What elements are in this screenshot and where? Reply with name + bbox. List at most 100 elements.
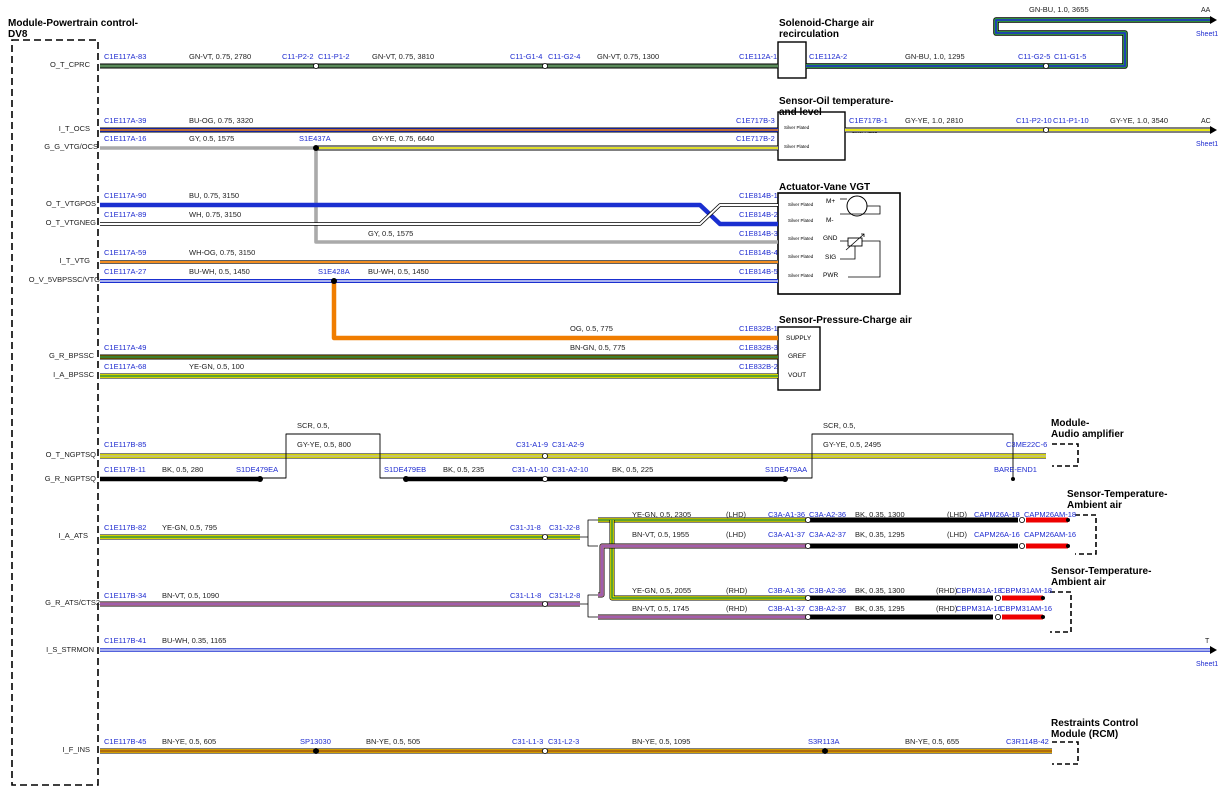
ats1-box (1075, 514, 1097, 555)
wl-r5-1: WH, 0.75, 3150 (189, 210, 241, 219)
pcm-title-1: Module-Powertrain control- (8, 18, 138, 29)
conn-r13-2: C31-J1-8 (510, 523, 541, 532)
wire-r13-split (580, 519, 598, 547)
splice-s1de479aa (782, 476, 788, 482)
motor-icon (846, 195, 868, 217)
conn-r1-4: C11-G1-4 (510, 52, 542, 61)
conn-r16-3: C31-L1-3 (512, 737, 543, 746)
conn-r7-1: C1E117A-27 (104, 267, 146, 276)
wl-r12-3: BK, 0.5, 225 (612, 465, 653, 474)
amp-box (1052, 443, 1079, 467)
ats1-title-1: Sensor-Temperature- (1067, 489, 1167, 500)
conn-r16-5: S3R113A (808, 737, 840, 746)
wl-r13-1: YE-GN, 0.5, 795 (162, 523, 217, 532)
splice-s1e428a (331, 278, 337, 284)
rcm-box (1052, 741, 1079, 765)
wl-lhd1-1: YE-GN, 0.5, 2305 (632, 510, 691, 519)
pin-end-4 (1041, 615, 1045, 619)
oil-sensor-title-2: and level (779, 107, 822, 118)
variant-rhd-4: (RHD) (936, 604, 958, 613)
pin-end-2 (1066, 544, 1070, 548)
conn-r14-2: C31-L1-8 (510, 591, 541, 600)
ats2-title-2: Ambient air (1051, 577, 1106, 588)
conn-rhd1-2: C3B-A2-36 (809, 586, 846, 595)
conn-r14-1: C1E117B-34 (104, 591, 146, 600)
inline-c3a-37 (805, 543, 812, 550)
signal-6: I_T_VTG (60, 256, 91, 265)
offsheet-t-sheet[interactable]: Sheet1 (1196, 661, 1218, 668)
signal-5: O_T_VTGNEG (46, 218, 97, 227)
rcm-title-1: Restraints Control (1051, 718, 1138, 729)
conn-rhd2-1: C3B-A1-37 (768, 604, 805, 613)
conn-r10-1: C1E117A-68 (104, 362, 146, 371)
conn-lhd1-2: C3A-A2-36 (809, 510, 846, 519)
wl-rhd2-2: BK, 0.35, 1295 (855, 604, 905, 613)
wl-r14-1: BN-VT, 0.5, 1090 (162, 591, 219, 600)
variant-rhd-3: (RHD) (936, 586, 958, 595)
inline-cbpm-16 (995, 614, 1002, 621)
vgt-pin-4: SIG (825, 254, 836, 261)
rcm-title-2: Module (RCM) (1051, 729, 1118, 740)
vgt-silver-1: Silver Plated (788, 202, 814, 207)
offsheet-t-tag: T (1205, 638, 1210, 645)
conn-lhd1-4: CAPM26AM-18 (1024, 510, 1076, 519)
wire-r3-drop (314, 148, 778, 244)
splice-s3r113a (822, 748, 828, 754)
inline-c11-g (542, 63, 549, 70)
variant-lhd-4: (LHD) (947, 530, 968, 539)
cap-pin-2: GREF (788, 353, 806, 360)
wl-r2-1: BU-OG, 0.75, 3320 (189, 116, 253, 125)
conn-r15-1: C1E117B-41 (104, 636, 146, 645)
variant-lhd-3: (LHD) (947, 510, 968, 519)
conn-lhd2-2: C3A-A2-37 (809, 530, 846, 539)
conn-r4-1: C1E117A-90 (104, 191, 146, 200)
conn-r11-1: C1E117B-85 (104, 440, 146, 449)
wl-r16-1: BN-YE, 0.5, 605 (162, 737, 216, 746)
wl-r1-2: GN-VT, 0.75, 3810 (372, 52, 434, 61)
wl-lhd2-1: BN-VT, 0.5, 1955 (632, 530, 689, 539)
inline-c31-l3 (542, 748, 549, 755)
oil-sensor-box (777, 111, 846, 161)
conn-rhd1-3: CBPM31A-18 (956, 586, 1002, 595)
connector-labels: C1E117A-83 C11-P2-2 C11-P1-2 C11-G1-4 C1… (104, 52, 1089, 746)
wl-r7-1: BU-WH, 0.5, 1450 (189, 267, 250, 276)
wire-r8 (331, 281, 778, 341)
conn-lhd1-3: CAPM26A-18 (974, 510, 1020, 519)
oil-silver-1: Silver Plated (784, 125, 810, 130)
wl-rhd1-1: YE-GN, 0.5, 2055 (632, 586, 691, 595)
signal-names: O_T_CPRC I_T_OCS G_G_VTG/OCS O_T_VTGPOS … (29, 60, 100, 754)
inline-c31-a9 (542, 452, 549, 459)
vgt-pin-2: M- (826, 217, 834, 224)
offsheet-aa-sheet[interactable]: Sheet1 (1196, 31, 1218, 38)
conn-rhd2-2: C3B-A2-37 (809, 604, 846, 613)
conn-lhd1-1: C3A-A1-36 (768, 510, 805, 519)
offsheet-ac-sheet[interactable]: Sheet1 (1196, 141, 1218, 148)
signal-14: I_S_STRMON (46, 645, 94, 654)
conn-r9-1: C1E117A-49 (104, 343, 146, 352)
conn-r1-3: C11-P1-2 (318, 52, 350, 61)
conn-r12-2: S1DE479EA (236, 465, 278, 474)
offsheet-ac-tag: AC (1201, 118, 1211, 125)
conn-r3-1: C1E117A-16 (104, 134, 146, 143)
amp-title-1: Module- (1051, 418, 1089, 429)
signal-9: I_A_BPSSC (53, 370, 94, 379)
wl-rhd1-2: BK, 0.35, 1300 (855, 586, 905, 595)
wl-r16-4: BN-YE, 0.5, 655 (905, 737, 959, 746)
conn-r12-5: C31-A2-10 (552, 465, 588, 474)
oil-silver-2: Silver Plated (784, 144, 810, 149)
conn-rhd1-1: C3B-A1-36 (768, 586, 805, 595)
inline-c11-p10 (1043, 127, 1050, 134)
signal-13: G_R_ATS/CTS2 (45, 598, 100, 607)
offsheet-arrow-t (1210, 646, 1217, 654)
conn-r16-4: C31-L2-3 (548, 737, 579, 746)
wl-r3-2: GY-YE, 0.75, 6640 (372, 134, 434, 143)
wl-lhd1-2: BK, 0.35, 1300 (855, 510, 905, 519)
variant-rhd-2: (RHD) (726, 604, 748, 613)
conn-r7-2: S1E428A (318, 267, 350, 276)
conn-r1-7: C1E112A-2 (809, 52, 847, 61)
wl-r10-1: YE-GN, 0.5, 100 (189, 362, 244, 371)
wl-r4-1: BU, 0.75, 3150 (189, 191, 239, 200)
pin-end-5 (1011, 477, 1015, 481)
conn-r14-3: C31-L2-8 (549, 591, 580, 600)
conn-r11-3: C31-A2-9 (552, 440, 584, 449)
